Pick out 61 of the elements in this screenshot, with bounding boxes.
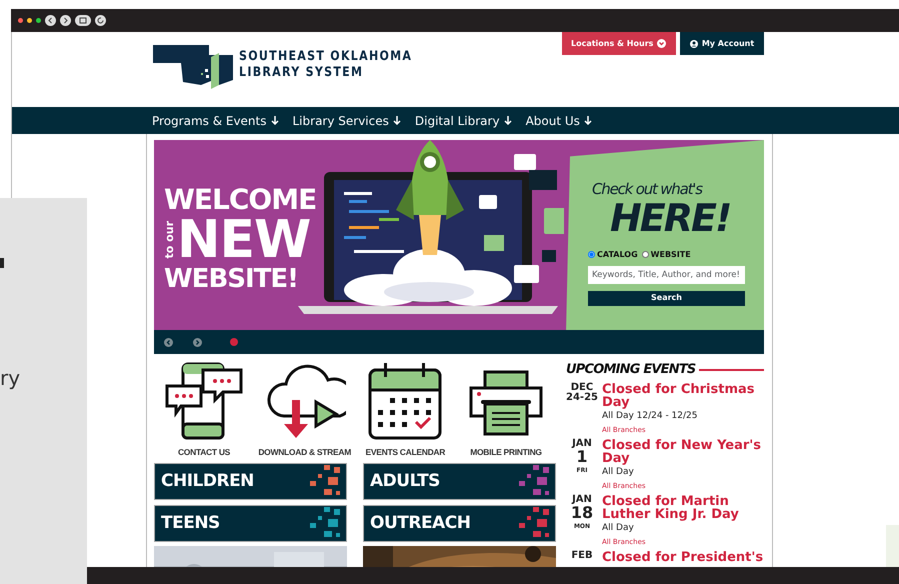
logo-text: LIBRARY SYSTEM (239, 65, 364, 81)
next-icon[interactable] (193, 338, 202, 346)
event-day: 1 (566, 448, 598, 464)
logo-text: SOUTHEAST OKLAHOMA (239, 49, 412, 65)
event-day: 18 (566, 504, 598, 520)
category-tile[interactable]: TEENS (154, 504, 347, 542)
event-month: FEB (570, 550, 594, 560)
arrow-down-icon (392, 116, 401, 125)
nav-link[interactable]: Programs & Events (152, 112, 278, 130)
radio-button[interactable] (588, 251, 595, 258)
event-month: JAN (570, 494, 593, 504)
panel-text: ry (0, 368, 20, 388)
event-title[interactable]: Closed for New Year's Day (602, 438, 764, 464)
category-tile[interactable]: ADULTS (363, 462, 556, 500)
arrow-down-icon (504, 116, 512, 125)
event-month: JAN (570, 438, 593, 448)
headline-text: WEBSITE! (164, 266, 300, 292)
quick-link[interactable]: EVENTS CALENDAR (366, 446, 446, 459)
title-mark (0, 258, 4, 268)
previous-icon[interactable] (164, 338, 173, 346)
contact-icon[interactable] (163, 360, 245, 440)
event-title[interactable]: Closed for President's (602, 550, 764, 564)
tagline-text: Check out what's (591, 179, 704, 200)
locations-button[interactable]: Locations & Hours (562, 32, 676, 55)
search-field[interactable]: Keywords, Title, Author, and more! (588, 266, 745, 284)
sidebar-icon[interactable] (75, 15, 91, 26)
slide-dot[interactable] (230, 338, 238, 346)
nav-link[interactable]: Digital Library (414, 112, 512, 130)
event-title[interactable]: Closed for Christmas Day (602, 382, 764, 408)
arrow-down-icon (270, 116, 278, 125)
quick-link[interactable]: DOWNLOAD & STREAM (258, 446, 351, 459)
event-day: 24-25 (566, 392, 598, 402)
arrow-down-icon (584, 116, 592, 125)
event-time: All Day (602, 522, 635, 534)
radio-button[interactable] (642, 251, 649, 258)
category-tile[interactable]: CHILDREN (154, 462, 347, 500)
card-background (886, 525, 899, 567)
event-time: All Day (602, 466, 635, 478)
nav-link[interactable]: Library Services (292, 112, 401, 130)
quick-link[interactable]: CONTACT US (178, 446, 230, 459)
reload-icon[interactable] (95, 15, 106, 26)
radio-label: CATALOG (597, 248, 638, 260)
chevron-down-icon (657, 39, 666, 48)
library-logo-icon[interactable] (153, 45, 233, 90)
account-button[interactable]: My Account (680, 32, 764, 55)
category-tile[interactable]: OUTREACH (363, 504, 556, 542)
headline-text: HERE! (609, 200, 732, 234)
user-icon (690, 40, 698, 48)
section-heading: UPCOMING EVENTS (566, 361, 696, 379)
radio-label: WEBSITE (650, 248, 691, 260)
event-time: All Day 12/24 - 12/25 (602, 410, 698, 422)
event-month: DEC (570, 382, 594, 392)
event-title[interactable]: Closed for Martin Luther King Jr. Day (602, 494, 764, 520)
forward-icon[interactable] (60, 15, 71, 26)
quick-link[interactable]: MOBILE PRINTING (470, 446, 542, 459)
headline-text: WELCOME (164, 186, 314, 214)
search-button[interactable]: Search (588, 290, 745, 306)
nav-link[interactable]: About Us (526, 112, 592, 130)
headline-text: NEW (177, 214, 310, 266)
headline-text: to our (164, 221, 175, 259)
back-icon[interactable] (45, 15, 56, 26)
